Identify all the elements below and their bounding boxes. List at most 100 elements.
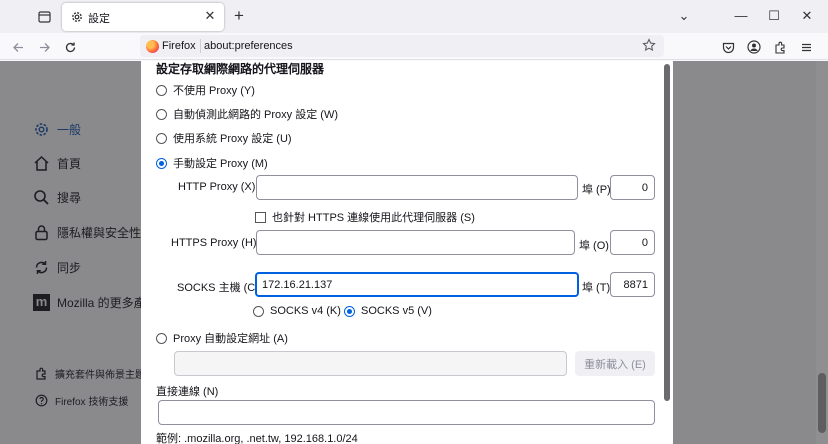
socks-host-label: SOCKS 主機 (C)	[177, 282, 259, 294]
http-proxy-input[interactable]	[256, 175, 578, 200]
radio-button[interactable]	[156, 84, 167, 96]
option-label: 不使用 Proxy (Y)	[173, 85, 255, 97]
option-pac-url[interactable]: Proxy 自動設定網址 (A)	[156, 330, 288, 346]
socks-host-input[interactable]: 172.16.21.137	[255, 272, 579, 297]
sidebar-item-extensions[interactable]: 擴充套件與佈景主題	[35, 366, 145, 381]
puzzle-icon	[774, 41, 785, 54]
pocket-icon	[722, 42, 734, 53]
radio-button[interactable]	[156, 332, 167, 344]
http-port-input[interactable]: 0	[610, 175, 655, 200]
close-icon[interactable]: ✕	[203, 9, 217, 23]
https-port-label: 埠 (O)	[579, 240, 609, 252]
radio-button[interactable]	[253, 305, 264, 317]
maximize-button[interactable]: ☐	[766, 8, 782, 24]
search-icon	[33, 189, 50, 206]
extensions-button[interactable]	[771, 38, 789, 56]
option-label: 也針對 HTTPS 連線使用此代理伺服器 (S)	[272, 212, 475, 224]
sidebar-item-general[interactable]: 一般	[33, 121, 81, 138]
connection-settings-dialog: 設定存取網際網路的代理伺服器 不使用 Proxy (Y) 自動偵測此網路的 Pr…	[141, 61, 673, 444]
http-proxy-label: HTTP Proxy (X)	[178, 181, 256, 193]
sidebar-item-label: 搜尋	[57, 191, 82, 205]
url-bar[interactable]: Firefox about:preferences	[140, 35, 664, 57]
option-no-proxy[interactable]: 不使用 Proxy (Y)	[156, 82, 255, 98]
tab-title: 設定	[88, 13, 110, 25]
dialog-scrollbar-thumb[interactable]	[664, 64, 670, 401]
minimize-button[interactable]: —	[733, 8, 749, 24]
tab-settings[interactable]: 設定 ✕	[62, 3, 224, 31]
tab-list-icon	[37, 10, 51, 23]
tab-strip: 設定 ✕ + ⌄ — ☐ ✕	[0, 0, 828, 33]
sidebar-item-mozilla[interactable]: m Mozilla 的更多產	[33, 294, 146, 311]
sidebar-item-search[interactable]: 搜尋	[33, 189, 81, 206]
sidebar-item-label: 同步	[57, 261, 82, 275]
forward-button[interactable]	[35, 38, 53, 56]
https-proxy-input[interactable]	[256, 230, 575, 255]
radio-button[interactable]	[344, 305, 355, 317]
option-also-https[interactable]: 也針對 HTTPS 連線使用此代理伺服器 (S)	[255, 209, 475, 225]
account-button[interactable]	[745, 38, 763, 56]
home-icon	[33, 155, 50, 172]
sidebar-item-label: 首頁	[57, 157, 82, 171]
checkbox[interactable]	[255, 211, 266, 223]
page-scrollbar-thumb[interactable]	[818, 373, 826, 433]
option-label: 手動設定 Proxy (M)	[173, 158, 268, 170]
no-proxy-for-label: 直接連線 (N)	[156, 386, 219, 398]
no-proxy-for-input[interactable]	[158, 400, 655, 425]
dialog-title: 設定存取網際網路的代理伺服器	[156, 62, 325, 76]
sidebar-item-label: 一般	[57, 123, 82, 137]
option-label: SOCKS v5 (V)	[361, 305, 432, 317]
radio-button[interactable]	[156, 132, 167, 144]
option-auto-detect[interactable]: 自動偵測此網路的 Proxy 設定 (W)	[156, 106, 338, 122]
close-window-button[interactable]: ✕	[799, 8, 815, 24]
https-port-input[interactable]: 0	[610, 230, 655, 255]
puzzle-icon	[35, 367, 48, 380]
back-button[interactable]	[9, 38, 27, 56]
reload-button[interactable]	[61, 38, 79, 56]
star-icon[interactable]	[642, 38, 656, 52]
dialog-scrollbar[interactable]	[661, 61, 673, 444]
reload-pac-button[interactable]: 重新載入 (E)	[575, 351, 655, 376]
option-manual-proxy[interactable]: 手動設定 Proxy (M)	[156, 155, 268, 171]
gear-icon	[72, 12, 82, 22]
option-socks-v5[interactable]: SOCKS v5 (V)	[344, 305, 432, 317]
option-label: SOCKS v4 (K)	[270, 305, 341, 317]
sidebar-item-privacy[interactable]: 隱私權與安全性	[33, 224, 141, 241]
option-system-proxy[interactable]: 使用系統 Proxy 設定 (U)	[156, 130, 292, 146]
gear-icon	[33, 121, 50, 138]
lock-icon	[33, 224, 50, 241]
hamburger-icon	[801, 43, 811, 51]
https-proxy-label: HTTPS Proxy (H)	[171, 237, 257, 249]
identity-label: Firefox	[162, 40, 196, 52]
nav-toolbar: Firefox about:preferences	[0, 33, 828, 60]
sidebar-item-label: Firefox 技術支援	[55, 397, 129, 408]
new-tab-button[interactable]: +	[231, 7, 247, 24]
tab-list-button[interactable]	[33, 6, 55, 26]
http-port-label: 埠 (P)	[582, 184, 611, 196]
help-icon	[35, 394, 48, 407]
sidebar-item-sync[interactable]: 同步	[33, 259, 81, 276]
radio-button[interactable]	[156, 157, 167, 169]
menu-button[interactable]	[797, 38, 815, 56]
sidebar-item-label: 擴充套件與佈景主題	[55, 370, 145, 381]
sidebar-item-support[interactable]: Firefox 技術支援	[35, 393, 128, 408]
chevron-down-icon[interactable]: ⌄	[676, 8, 692, 24]
sidebar-item-label: Mozilla 的更多產	[57, 296, 146, 310]
option-label: Proxy 自動設定網址 (A)	[173, 333, 288, 345]
url-text[interactable]: about:preferences	[204, 40, 293, 52]
no-proxy-example: 範例: .mozilla.org, .net.tw, 192.168.1.0/2…	[156, 433, 358, 444]
sidebar-item-home[interactable]: 首頁	[33, 155, 81, 172]
firefox-logo-icon	[146, 40, 159, 53]
arrow-left-icon	[12, 42, 23, 52]
option-socks-v4[interactable]: SOCKS v4 (K)	[253, 305, 341, 317]
socks-port-label: 埠 (T)	[582, 282, 611, 294]
option-label: 使用系統 Proxy 設定 (U)	[173, 133, 292, 145]
radio-button[interactable]	[156, 108, 167, 120]
sidebar-item-label: 隱私權與安全性	[57, 226, 142, 240]
mozilla-icon: m	[33, 294, 50, 311]
pac-url-input[interactable]	[174, 351, 567, 376]
account-icon	[747, 40, 761, 54]
reload-icon	[65, 42, 75, 52]
option-label: 自動偵測此網路的 Proxy 設定 (W)	[173, 109, 338, 121]
socks-port-input[interactable]: 8871	[610, 272, 655, 297]
pocket-button[interactable]	[719, 38, 737, 56]
